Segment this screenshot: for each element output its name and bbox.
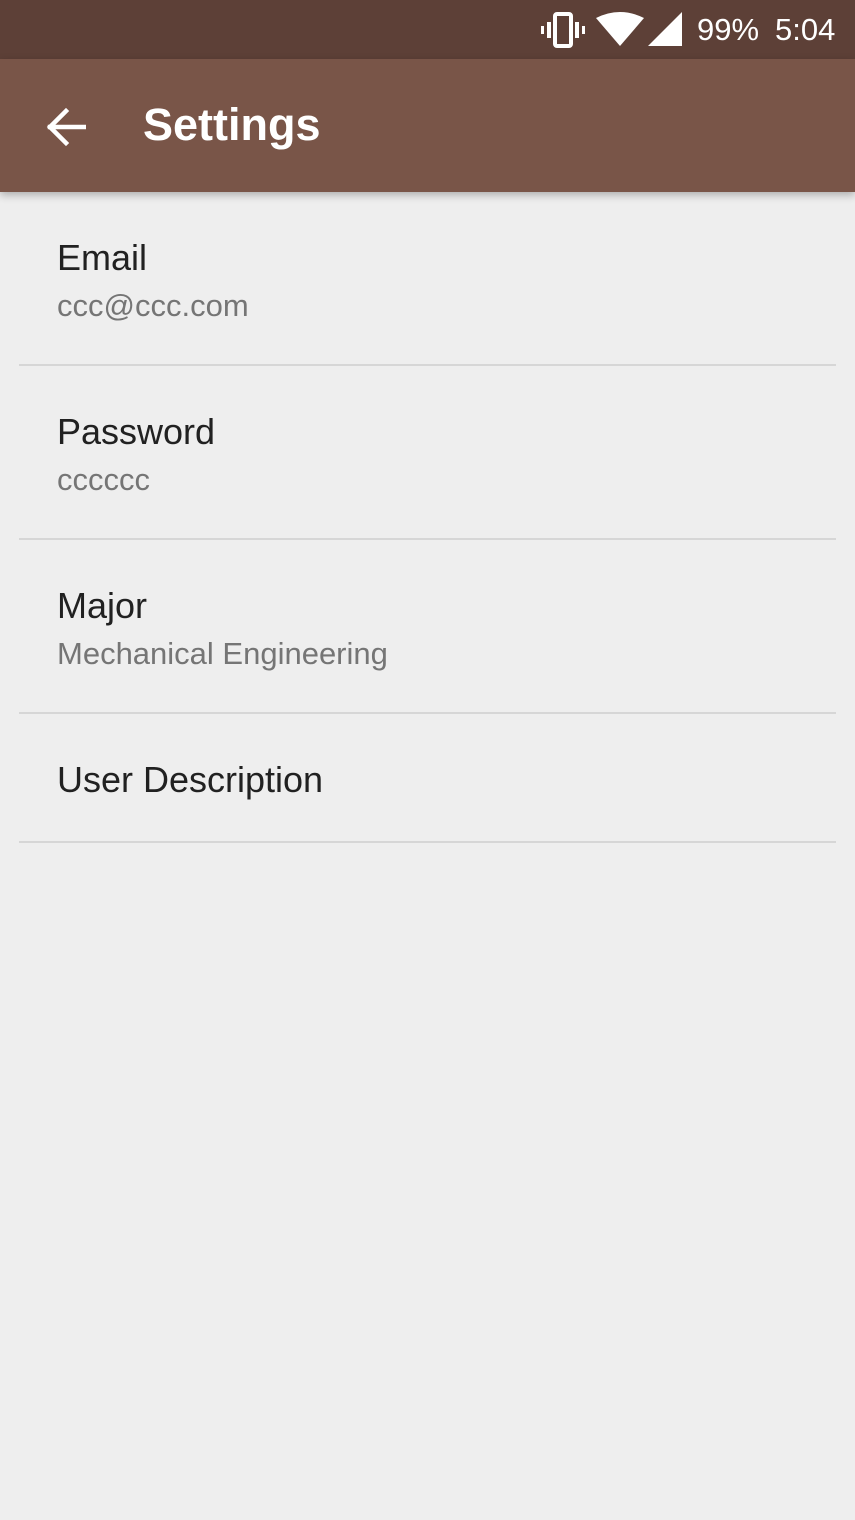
pref-title: Email [57,237,148,278]
pref-major[interactable]: Major Mechanical Engineering [0,540,855,714]
page-title: Settings [143,99,321,150]
pref-user-description[interactable]: User Description [0,714,855,843]
back-button[interactable] [38,99,94,155]
pref-summary: Mechanical Engineering [57,636,388,671]
pref-title: User Description [57,759,324,800]
pref-title: Major [57,585,148,626]
arrow-back-icon [46,107,86,147]
pref-summary: cccccc [57,462,150,497]
divider [19,841,836,843]
vibrate-icon [541,12,585,48]
app-bar: Settings [0,59,855,192]
status-clock: 5:04 [775,12,836,47]
pref-summary: ccc@ccc.com [57,288,249,323]
status-bar: 99% 5:04 [0,0,855,59]
pref-password[interactable]: Password cccccc [0,366,855,540]
pref-title: Password [57,411,216,452]
wifi-icon [596,12,644,46]
pref-email[interactable]: Email ccc@ccc.com [0,192,855,366]
battery-percentage: 99% [697,12,760,47]
cell-signal-icon [648,12,682,46]
preferences-list: Email ccc@ccc.com Password cccccc Major … [0,192,855,843]
